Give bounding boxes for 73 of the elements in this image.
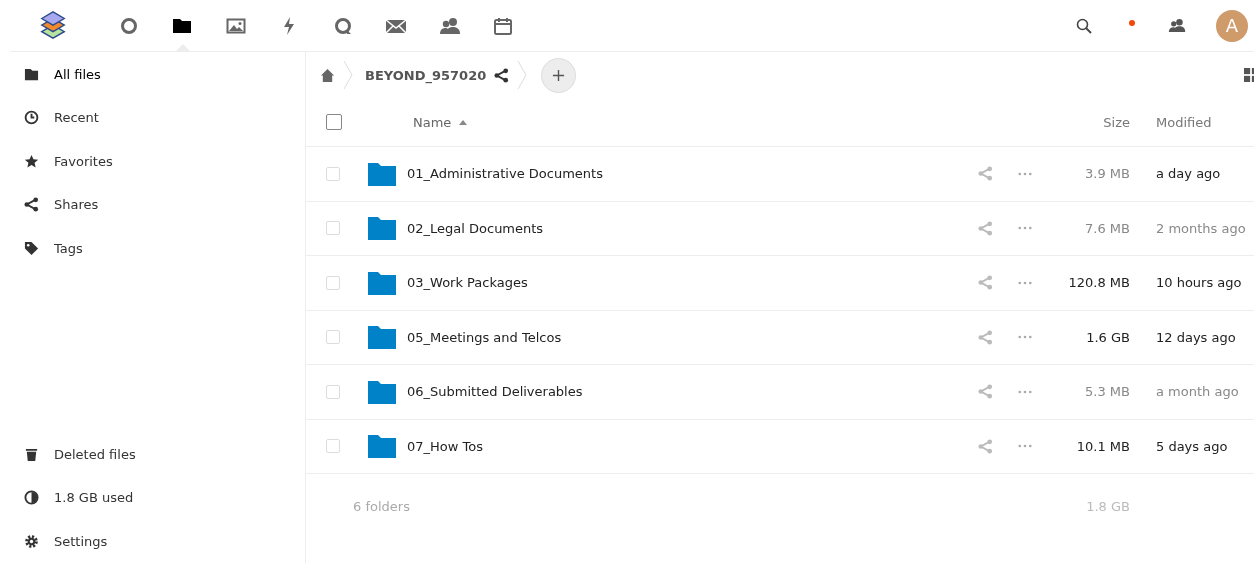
more-icon[interactable] xyxy=(1018,280,1032,285)
file-name[interactable]: 03_Work Packages xyxy=(407,275,970,291)
plus-icon xyxy=(552,68,566,82)
folder-icon xyxy=(368,325,396,350)
file-size: 7.6 MB xyxy=(1084,220,1130,236)
folder-icon xyxy=(368,270,396,295)
sidebar-item[interactable]: Shares xyxy=(0,183,305,227)
total-size: 1.8 GB xyxy=(1085,498,1130,514)
circle-icon xyxy=(118,15,139,36)
folder-icon xyxy=(368,379,396,404)
folder-icon xyxy=(368,434,396,459)
sidebar-item[interactable]: 1.8 GB used xyxy=(0,475,305,520)
share-icon xyxy=(24,197,39,213)
star-icon xyxy=(24,153,39,169)
file-name[interactable]: 07_How Tos xyxy=(407,438,970,454)
clock-icon xyxy=(24,110,39,126)
modified-date: a day ago xyxy=(1155,166,1222,182)
modified-date: 12 days ago xyxy=(1155,329,1237,345)
row-checkbox[interactable] xyxy=(326,166,340,181)
sidebar-item[interactable]: Deleted files xyxy=(0,432,305,476)
grid-view-icon[interactable] xyxy=(1244,68,1254,82)
breadcrumb-folder[interactable]: BEYOND_957020 xyxy=(365,67,487,83)
gear-icon xyxy=(24,533,39,549)
sort-arrow-icon xyxy=(459,119,468,125)
file-size: 3.9 MB xyxy=(1084,166,1130,182)
file-size: 1.6 GB xyxy=(1085,329,1130,345)
people-icon xyxy=(438,15,461,36)
modified-date: a month ago xyxy=(1155,384,1240,400)
folder-icon xyxy=(368,161,396,186)
file-name[interactable]: 02_Legal Documents xyxy=(407,220,970,236)
file-size: 5.3 MB xyxy=(1084,384,1130,400)
sidebar-item[interactable]: Recent xyxy=(0,96,305,140)
row-checkbox[interactable] xyxy=(326,221,340,236)
tag-icon xyxy=(24,241,39,257)
row-checkbox[interactable] xyxy=(326,330,340,345)
folder-icon xyxy=(368,216,396,241)
share-icon[interactable] xyxy=(494,67,510,83)
home-icon[interactable] xyxy=(320,67,335,83)
more-icon[interactable] xyxy=(1018,444,1032,449)
sidebar-item[interactable]: Tags xyxy=(0,226,305,271)
folder-count: 6 folders xyxy=(353,498,411,514)
contacts-icon[interactable] xyxy=(1168,17,1186,34)
file-size: 10.1 MB xyxy=(1075,438,1130,454)
size-column-header[interactable]: Size xyxy=(1050,114,1130,130)
search-icon[interactable] xyxy=(1076,17,1092,34)
select-all-checkbox[interactable] xyxy=(326,114,342,130)
add-button[interactable] xyxy=(541,57,577,93)
breadcrumb-separator xyxy=(517,60,528,90)
name-column-header[interactable]: Name xyxy=(413,114,970,130)
row-checkbox[interactable] xyxy=(326,275,340,290)
sidebar-item[interactable]: Settings xyxy=(0,519,305,563)
modified-column-header[interactable]: Modified xyxy=(1130,114,1254,130)
folder-icon xyxy=(24,66,39,82)
calendar-icon xyxy=(493,15,514,36)
breadcrumb-separator xyxy=(343,60,353,90)
pie-icon xyxy=(24,490,39,506)
sidebar-item[interactable]: All files xyxy=(0,52,305,96)
modified-date: 2 months ago xyxy=(1155,220,1247,236)
file-name[interactable]: 06_Submitted Deliverables xyxy=(407,384,970,400)
row-checkbox[interactable] xyxy=(326,439,340,454)
more-icon[interactable] xyxy=(1018,226,1032,231)
modified-date: 10 hours ago xyxy=(1155,275,1243,291)
modified-date: 5 days ago xyxy=(1155,438,1229,454)
file-size: 120.8 MB xyxy=(1067,275,1130,291)
file-name[interactable]: 05_Meetings and Telcos xyxy=(407,329,970,345)
more-icon[interactable] xyxy=(1018,171,1032,176)
row-checkbox[interactable] xyxy=(326,384,340,399)
chat-bubble-icon xyxy=(332,15,353,36)
file-name[interactable]: 01_Administrative Documents xyxy=(407,166,970,182)
trash-icon xyxy=(24,446,39,462)
more-icon[interactable] xyxy=(1018,335,1032,340)
sidebar-item[interactable]: Favorites xyxy=(0,139,305,184)
more-icon[interactable] xyxy=(1018,389,1032,394)
